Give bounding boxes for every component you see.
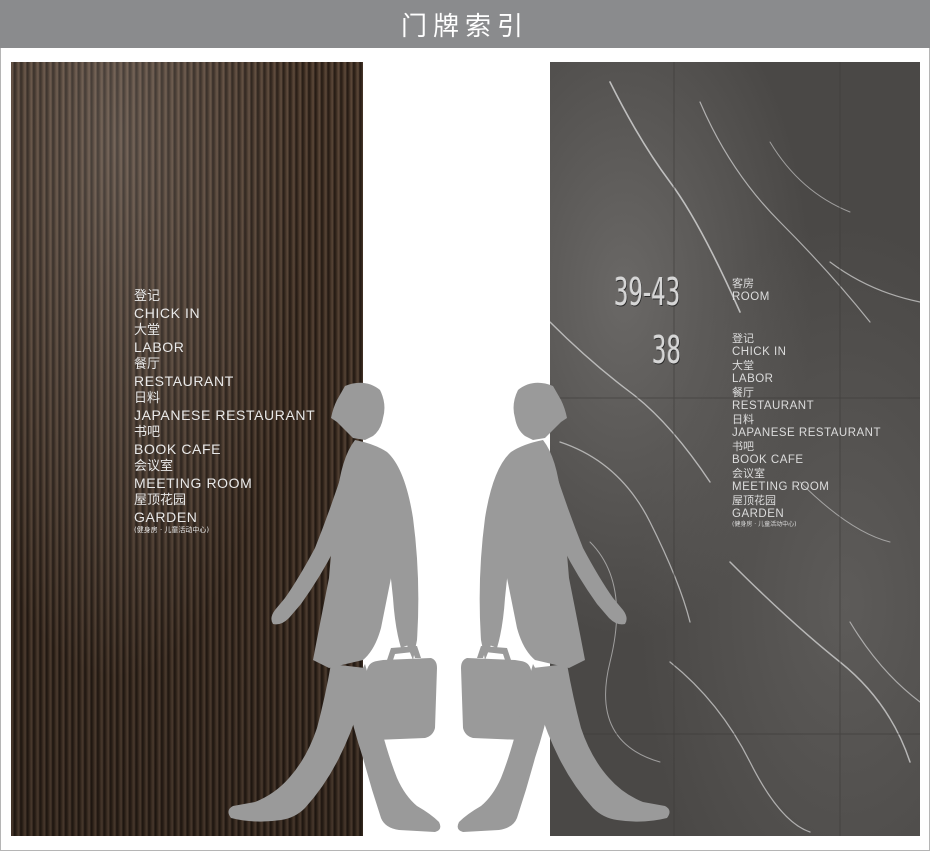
directory-en-label: JAPANESE RESTAURANT bbox=[732, 426, 882, 439]
directory-en-label: GARDEN bbox=[732, 507, 785, 520]
directory-item: 会议室 MEETING ROOM bbox=[732, 467, 881, 494]
directory-cn-label: 登记 bbox=[732, 332, 754, 345]
directory-cn-label: 会议室 bbox=[732, 467, 765, 480]
directory-en-label: LABOR bbox=[732, 372, 774, 385]
directory-en-label: RESTAURANT bbox=[732, 399, 815, 412]
directory-en-label: CHICK IN bbox=[732, 345, 787, 358]
directory-cn-label: 大堂 bbox=[134, 323, 161, 338]
directory-cn-label: 日料 bbox=[732, 413, 754, 426]
directory-cn-label: 大堂 bbox=[732, 359, 754, 372]
directory-cn-label: 屋顶花园 bbox=[732, 494, 776, 507]
directory-cn-label: 餐厅 bbox=[732, 386, 754, 399]
directory-en-label: MEETING ROOM bbox=[732, 480, 830, 493]
directory-item: 大堂 LABOR bbox=[732, 359, 881, 386]
directory-item: 登记 CHICK IN bbox=[134, 288, 315, 322]
directory-en-label: CHICK IN bbox=[134, 305, 201, 321]
walking-person-silhouette-right bbox=[457, 382, 670, 832]
directory-item: 大堂 LABOR bbox=[134, 322, 315, 356]
directory-item: 餐厅 RESTAURANT bbox=[732, 386, 881, 413]
room-number: 38 bbox=[652, 328, 682, 372]
walking-person-silhouette-left bbox=[228, 382, 441, 832]
directory-cn-label: 书吧 bbox=[732, 440, 754, 453]
directory-cn-label: 登记 bbox=[134, 289, 161, 304]
directory-item: 日料 JAPANESE RESTAURANT bbox=[732, 413, 881, 440]
page-title: 门牌索引 bbox=[400, 11, 529, 42]
directory-item: 登记 CHICK IN bbox=[732, 332, 881, 359]
directory-en-label: BOOK CAFE bbox=[732, 453, 804, 466]
directory-item: 书吧 BOOK CAFE bbox=[732, 440, 881, 467]
room-label: 客房 ROOM bbox=[732, 277, 881, 304]
room-number-range: 39-43 bbox=[614, 270, 681, 314]
directory-note: (健身房 · 儿童活动中心) bbox=[732, 521, 797, 528]
directory-cn-label: 餐厅 bbox=[134, 357, 161, 372]
right-directory: 客房 ROOM 登记 CHICK IN 大堂 LABOR 餐厅 RESTAURA… bbox=[732, 277, 881, 529]
directory-item: 屋顶花园 GARDEN bbox=[732, 494, 881, 521]
header-bar: 门牌索引 bbox=[0, 0, 930, 48]
directory-en-label: LABOR bbox=[134, 339, 185, 355]
room-en-label: ROOM bbox=[732, 290, 770, 303]
room-cn-label: 客房 bbox=[732, 277, 754, 290]
